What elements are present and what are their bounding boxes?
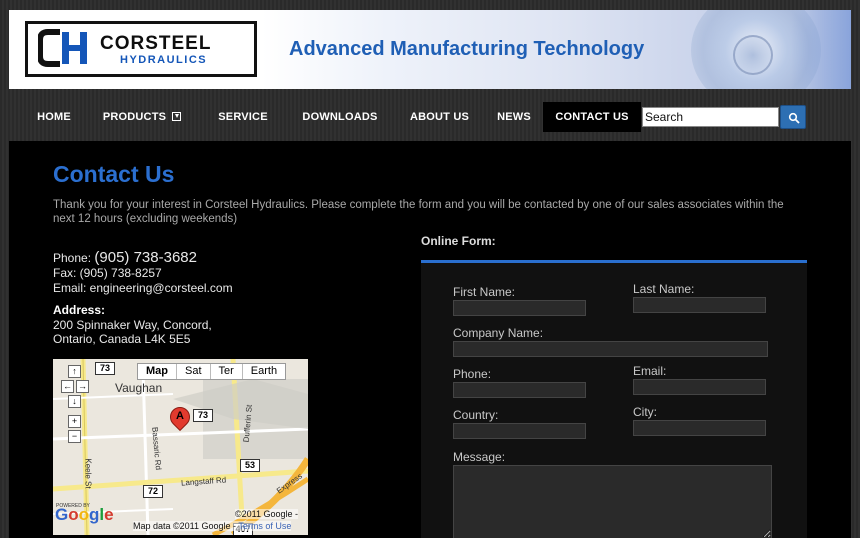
pan-right-icon[interactable]: → <box>76 380 89 393</box>
message-field[interactable] <box>453 465 772 538</box>
nav-products-label: PRODUCTS <box>102 111 167 123</box>
pan-down-icon[interactable]: ↓ <box>68 395 81 408</box>
route-shield: 72 <box>143 485 163 498</box>
nav-products[interactable]: PRODUCTS <box>97 102 187 132</box>
nav-news[interactable]: NEWS <box>491 102 537 132</box>
logo-subtext: HYDRAULICS <box>120 54 208 66</box>
first-name-label: First Name: <box>453 285 516 299</box>
location-map[interactable]: Map Sat Ter Earth ↑ ← → ↓ + − 73 Vaughan… <box>53 359 308 535</box>
road-label: Keele St <box>83 458 93 489</box>
company-name-field[interactable] <box>453 341 768 357</box>
pan-left-icon[interactable]: ← <box>61 380 74 393</box>
map-data-credit: Map data ©2011 Google - Terms of Use <box>133 521 292 531</box>
search-button[interactable] <box>780 105 806 129</box>
email-field[interactable] <box>633 379 766 395</box>
message-label: Message: <box>453 450 506 464</box>
pan-up-icon[interactable]: ↑ <box>68 365 81 378</box>
nav-home[interactable]: HOME <box>29 102 79 132</box>
city-field[interactable] <box>633 420 766 436</box>
search-input[interactable] <box>642 107 779 127</box>
address-line-2: Ontario, Canada L4K 5E5 <box>53 332 191 346</box>
main-nav: HOME PRODUCTS SERVICE DOWNLOADS ABOUT US… <box>9 98 851 136</box>
map-type-map[interactable]: Map <box>138 364 177 379</box>
route-shield: 73 <box>95 362 115 375</box>
banner-glow <box>791 10 851 89</box>
google-logo[interactable]: Google <box>55 505 114 525</box>
online-form: First Name: Last Name: Company Name: Pho… <box>421 263 807 538</box>
search-icon <box>788 112 800 124</box>
country-label: Country: <box>453 408 499 422</box>
terms-link[interactable]: Terms of Use <box>238 521 291 531</box>
map-copyright: ©2011 Google - <box>235 509 299 519</box>
city-label: City: <box>633 405 657 419</box>
email-line: Email: engineering@corsteel.com <box>53 281 233 295</box>
nav-about-us[interactable]: ABOUT US <box>407 102 472 132</box>
zoom-in-icon[interactable]: + <box>68 415 81 428</box>
page-title: Contact Us <box>53 161 175 187</box>
map-data-text: Map data ©2011 Google - <box>133 521 237 531</box>
map-type-ter[interactable]: Ter <box>211 364 243 379</box>
place-label: Vaughan <box>115 381 163 395</box>
logo-text: CORSTEEL <box>100 33 212 54</box>
zoom-out-icon[interactable]: − <box>68 430 81 443</box>
nav-news-label: NEWS <box>497 111 531 123</box>
header-banner: CORSTEEL HYDRAULICS Advanced Manufacturi… <box>9 10 851 89</box>
last-name-field[interactable] <box>633 297 766 313</box>
first-name-field[interactable] <box>453 300 586 316</box>
route-shield: 73 <box>193 409 213 422</box>
country-field[interactable] <box>453 423 586 439</box>
form-divider <box>421 260 807 263</box>
nav-contact-us[interactable]: CONTACT US <box>543 102 641 132</box>
form-title: Online Form: <box>421 234 496 248</box>
map-marker-label: A <box>176 410 184 422</box>
address-label: Address: <box>53 303 106 317</box>
phone-label: Phone: <box>453 367 492 381</box>
nav-home-label: HOME <box>37 111 71 123</box>
corsteel-logo[interactable]: CORSTEEL HYDRAULICS <box>25 21 257 77</box>
map-type-sat[interactable]: Sat <box>177 364 211 379</box>
route-shield: 53 <box>240 459 260 472</box>
phone-number: (905) 738-3682 <box>94 249 197 266</box>
nav-service-label: SERVICE <box>218 111 268 123</box>
map-type-earth[interactable]: Earth <box>243 364 285 379</box>
fax-line: Fax: (905) 738-8257 <box>53 266 162 280</box>
nav-downloads[interactable]: DOWNLOADS <box>299 102 381 132</box>
chevron-down-icon[interactable] <box>172 112 182 121</box>
main-content: Contact Us Thank you for your interest i… <box>9 141 851 538</box>
intro-text: Thank you for your interest in Corsteel … <box>53 199 784 225</box>
nav-service[interactable]: SERVICE <box>212 102 274 132</box>
phone-field[interactable] <box>453 382 586 398</box>
company-name-label: Company Name: <box>453 326 544 340</box>
nav-about-label: ABOUT US <box>409 111 470 123</box>
email-label: Email: <box>633 364 667 378</box>
phone-label: Phone: <box>53 251 92 265</box>
logo-mark-icon <box>38 29 87 67</box>
phone-line: Phone: (905) 738-3682 <box>53 249 197 266</box>
tagline: Advanced Manufacturing Technology <box>289 38 645 60</box>
map-type-selector: Map Sat Ter Earth <box>137 363 287 380</box>
address-line-1: 200 Spinnaker Way, Concord, <box>53 318 212 332</box>
nav-downloads-label: DOWNLOADS <box>302 111 378 123</box>
last-name-label: Last Name: <box>633 282 695 296</box>
nav-contact-label: CONTACT US <box>555 111 629 123</box>
